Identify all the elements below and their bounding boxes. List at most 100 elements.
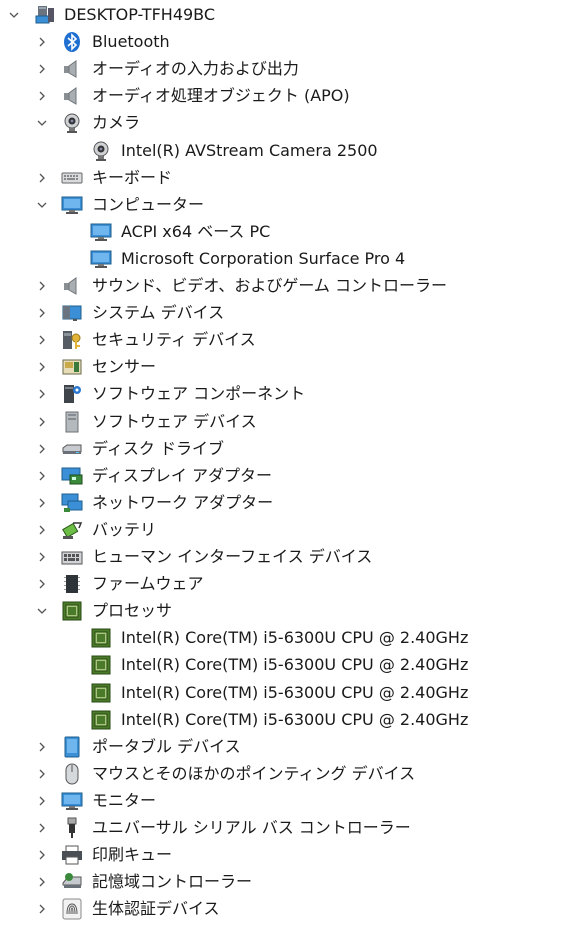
tree-category[interactable]: ディスプレイ アダプター bbox=[0, 463, 560, 489]
tree-category[interactable]: セキュリティ デバイス bbox=[0, 327, 560, 353]
webcam-icon bbox=[90, 140, 112, 162]
tree-category[interactable]: ソフトウェア コンポーネント bbox=[0, 381, 560, 407]
tree-category[interactable]: オーディオの入力および出力 bbox=[0, 56, 560, 82]
chevron-right-icon[interactable] bbox=[36, 416, 48, 428]
chevron-right-icon[interactable] bbox=[36, 497, 48, 509]
tree-category[interactable]: キーボード bbox=[0, 165, 560, 191]
tree-device[interactable]: Intel(R) Core(TM) i5-6300U CPU @ 2.40GHz bbox=[0, 625, 560, 651]
tree-device[interactable]: Intel(R) Core(TM) i5-6300U CPU @ 2.40GHz bbox=[0, 707, 560, 733]
software-device-icon bbox=[61, 411, 83, 433]
usb-icon bbox=[61, 817, 83, 839]
tree-category[interactable]: ポータブル デバイス bbox=[0, 734, 560, 760]
chevron-down-icon[interactable] bbox=[8, 9, 20, 21]
chevron-right-icon[interactable] bbox=[36, 903, 48, 915]
tree-category[interactable]: 生体認証デバイス bbox=[0, 896, 560, 922]
chevron-down-icon[interactable] bbox=[36, 199, 48, 211]
chevron-right-icon[interactable] bbox=[36, 90, 48, 102]
tree-category[interactable]: システム デバイス bbox=[0, 300, 560, 326]
chevron-right-icon[interactable] bbox=[36, 470, 48, 482]
chevron-right-icon[interactable] bbox=[36, 578, 48, 590]
tree-item-label: Intel(R) Core(TM) i5-6300U CPU @ 2.40GHz bbox=[121, 655, 469, 675]
tree-category[interactable]: バッテリ bbox=[0, 517, 560, 543]
chevron-right-icon[interactable] bbox=[36, 36, 48, 48]
tree-device[interactable]: Intel(R) AVStream Camera 2500 bbox=[0, 138, 560, 164]
tree-item-label: コンピューター bbox=[92, 194, 205, 214]
chevron-right-icon[interactable] bbox=[36, 822, 48, 834]
speaker-icon bbox=[61, 275, 83, 297]
chevron-right-icon[interactable] bbox=[36, 172, 48, 184]
chevron-right-icon[interactable] bbox=[36, 849, 48, 861]
tree-category[interactable]: サウンド、ビデオ、およびゲーム コントローラー bbox=[0, 273, 560, 299]
tree-item-label: セキュリティ デバイス bbox=[92, 330, 256, 350]
tree-root[interactable]: DESKTOP-TFH49BC bbox=[0, 2, 560, 28]
chevron-right-icon[interactable] bbox=[36, 551, 48, 563]
tree-item-label: Intel(R) Core(TM) i5-6300U CPU @ 2.40GHz bbox=[121, 709, 469, 729]
chevron-right-icon[interactable] bbox=[36, 795, 48, 807]
display-adapter-icon bbox=[61, 465, 83, 487]
tree-category[interactable]: ヒューマン インターフェイス デバイス bbox=[0, 544, 560, 570]
tree-item-label: Bluetooth bbox=[92, 32, 170, 52]
tree-category[interactable]: ファームウェア bbox=[0, 571, 560, 597]
tree-category[interactable]: ソフトウェア デバイス bbox=[0, 409, 560, 435]
tree-item-label: システム デバイス bbox=[92, 303, 225, 323]
tree-device[interactable]: Microsoft Corporation Surface Pro 4 bbox=[0, 246, 560, 272]
chevron-right-icon[interactable] bbox=[36, 443, 48, 455]
system-device-icon bbox=[61, 302, 83, 324]
tree-category[interactable]: マウスとそのほかのポインティング デバイス bbox=[0, 761, 560, 787]
tree-category[interactable]: オーディオ処理オブジェクト (APO) bbox=[0, 83, 560, 109]
processor-icon bbox=[90, 709, 112, 731]
tree-item-label: ネットワーク アダプター bbox=[92, 492, 274, 512]
chevron-down-icon[interactable] bbox=[36, 117, 48, 129]
tree-category[interactable]: カメラ bbox=[0, 110, 560, 136]
monitor-icon bbox=[90, 248, 112, 270]
tree-item-label: 記憶域コントローラー bbox=[92, 872, 253, 892]
chevron-right-icon[interactable] bbox=[36, 361, 48, 373]
tree-item-label: Microsoft Corporation Surface Pro 4 bbox=[121, 248, 406, 268]
fingerprint-icon bbox=[61, 898, 83, 920]
hid-keyboard-icon bbox=[61, 546, 83, 568]
mouse-icon bbox=[61, 763, 83, 785]
tree-device[interactable]: ACPI x64 ベース PC bbox=[0, 219, 560, 245]
chevron-right-icon[interactable] bbox=[36, 768, 48, 780]
disk-drive-icon bbox=[61, 438, 83, 460]
tree-category[interactable]: ネットワーク アダプター bbox=[0, 490, 560, 516]
chevron-down-icon[interactable] bbox=[36, 605, 48, 617]
tree-item-label: Intel(R) Core(TM) i5-6300U CPU @ 2.40GHz bbox=[121, 628, 469, 648]
tree-item-label: ソフトウェア デバイス bbox=[92, 411, 257, 431]
monitor-icon bbox=[61, 194, 83, 216]
tree-device[interactable]: Intel(R) Core(TM) i5-6300U CPU @ 2.40GHz bbox=[0, 680, 560, 706]
tree-item-label: ポータブル デバイス bbox=[92, 736, 241, 756]
tree-category[interactable]: モニター bbox=[0, 788, 560, 814]
tree-category[interactable]: 印刷キュー bbox=[0, 842, 560, 868]
computer-icon bbox=[34, 4, 56, 26]
tree-category[interactable]: ユニバーサル シリアル バス コントローラー bbox=[0, 815, 560, 841]
tree-category[interactable]: Bluetooth bbox=[0, 29, 560, 55]
webcam-icon bbox=[61, 112, 83, 134]
tree-device[interactable]: Intel(R) Core(TM) i5-6300U CPU @ 2.40GHz bbox=[0, 652, 560, 678]
tree-category[interactable]: センサー bbox=[0, 354, 560, 380]
tree-category[interactable]: ディスク ドライブ bbox=[0, 436, 560, 462]
tree-item-label: マウスとそのほかのポインティング デバイス bbox=[92, 763, 416, 783]
tree-category[interactable]: コンピューター bbox=[0, 192, 560, 218]
chevron-right-icon[interactable] bbox=[36, 334, 48, 346]
chevron-right-icon[interactable] bbox=[36, 388, 48, 400]
tree-category[interactable]: 記憶域コントローラー bbox=[0, 869, 560, 895]
tree-category[interactable]: プロセッサ bbox=[0, 598, 560, 624]
tree-item-label: ディスク ドライブ bbox=[92, 438, 224, 458]
network-adapter-icon bbox=[61, 492, 83, 514]
chevron-right-icon[interactable] bbox=[36, 63, 48, 75]
chevron-right-icon[interactable] bbox=[36, 280, 48, 292]
tree-item-label: モニター bbox=[92, 790, 157, 810]
chevron-right-icon[interactable] bbox=[36, 876, 48, 888]
tree-item-label: ファームウェア bbox=[92, 574, 204, 594]
chevron-right-icon[interactable] bbox=[36, 741, 48, 753]
processor-icon bbox=[61, 600, 83, 622]
firmware-chip-icon bbox=[61, 573, 83, 595]
storage-controller-icon bbox=[61, 871, 83, 893]
processor-icon bbox=[90, 627, 112, 649]
security-key-icon bbox=[61, 329, 83, 351]
chevron-right-icon[interactable] bbox=[36, 524, 48, 536]
portable-device-icon bbox=[61, 736, 83, 758]
chevron-right-icon[interactable] bbox=[36, 307, 48, 319]
tree-item-label: ACPI x64 ベース PC bbox=[121, 221, 271, 241]
